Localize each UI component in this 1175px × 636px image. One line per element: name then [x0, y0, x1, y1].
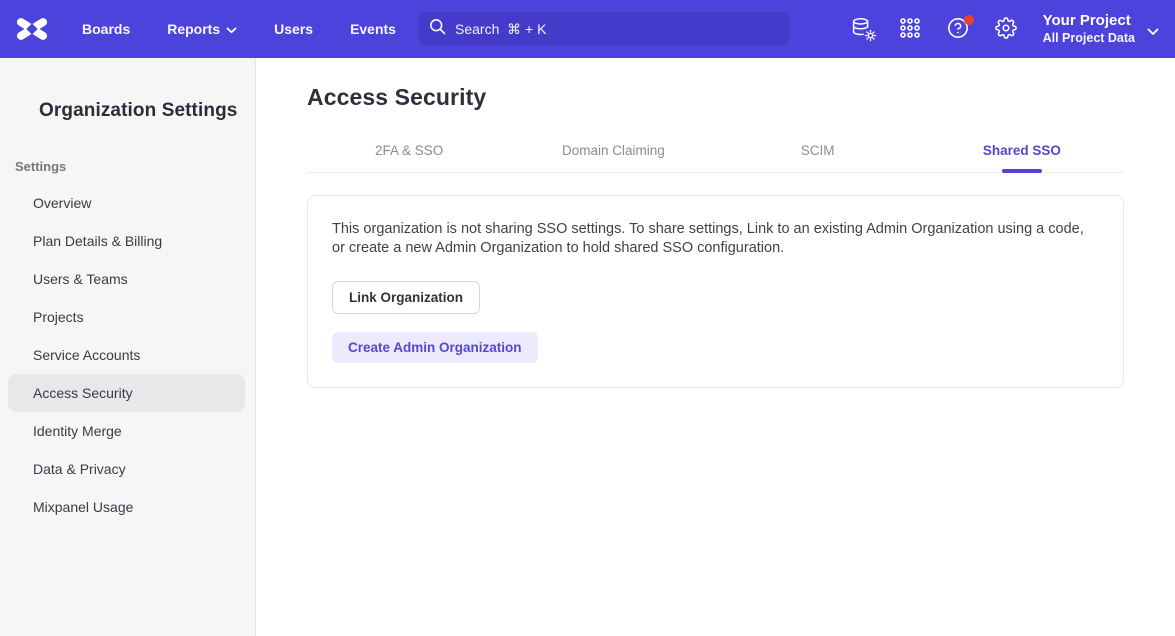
- tab-scim[interactable]: SCIM: [716, 139, 920, 172]
- page-title: Access Security: [307, 84, 1124, 111]
- settings-sidebar: Organization Settings Settings Overview …: [0, 58, 256, 636]
- main-content: Access Security 2FA & SSO Domain Claimin…: [256, 58, 1175, 636]
- apps-grid-icon[interactable]: [899, 17, 923, 41]
- link-organization-button[interactable]: Link Organization: [332, 281, 480, 314]
- chevron-down-icon: [1147, 23, 1159, 41]
- sidebar-item-plan-details-billing[interactable]: Plan Details & Billing: [0, 222, 255, 260]
- notification-dot: [964, 15, 974, 25]
- shared-sso-card: This organization is not sharing SSO set…: [307, 195, 1124, 388]
- tab-shared-sso-label: Shared SSO: [983, 143, 1061, 158]
- sidebar-item-overview[interactable]: Overview: [0, 184, 255, 222]
- top-nav: Boards Reports Users Events: [82, 21, 433, 37]
- topbar: Boards Reports Users Events: [0, 0, 1175, 58]
- nav-boards-label: Boards: [82, 21, 130, 37]
- sidebar-section-label: Settings: [15, 159, 255, 174]
- data-management-icon[interactable]: [851, 17, 875, 41]
- nav-boards[interactable]: Boards: [82, 21, 130, 37]
- sidebar-item-projects[interactable]: Projects: [0, 298, 255, 336]
- active-tab-underline: [1002, 169, 1042, 173]
- sidebar-item-access-security[interactable]: Access Security: [8, 374, 245, 412]
- nav-events[interactable]: Events: [350, 21, 396, 37]
- project-subtitle: All Project Data: [1043, 31, 1135, 46]
- sidebar-item-mixpanel-usage[interactable]: Mixpanel Usage: [0, 488, 255, 526]
- create-admin-organization-button[interactable]: Create Admin Organization: [332, 332, 538, 363]
- search-icon: [429, 18, 446, 40]
- project-switcher[interactable]: Your Project All Project Data: [1043, 12, 1159, 46]
- mixpanel-logo[interactable]: [17, 16, 47, 42]
- sidebar-item-users-teams[interactable]: Users & Teams: [0, 260, 255, 298]
- project-name: Your Project: [1043, 12, 1135, 30]
- sidebar-list: Overview Plan Details & Billing Users & …: [0, 184, 255, 526]
- sidebar-title: Organization Settings: [39, 100, 255, 122]
- shared-sso-description: This organization is not sharing SSO set…: [332, 220, 1097, 258]
- help-icon[interactable]: [947, 17, 971, 41]
- tab-shared-sso[interactable]: Shared SSO: [920, 139, 1124, 172]
- sidebar-item-data-privacy[interactable]: Data & Privacy: [0, 450, 255, 488]
- nav-users-label: Users: [274, 21, 313, 37]
- nav-users[interactable]: Users: [274, 21, 313, 37]
- search-box[interactable]: [418, 12, 790, 46]
- chevron-down-icon: [226, 21, 237, 37]
- tab-2fa-sso[interactable]: 2FA & SSO: [307, 139, 511, 172]
- nav-reports[interactable]: Reports: [167, 21, 237, 37]
- nav-reports-label: Reports: [167, 21, 220, 37]
- tab-bar: 2FA & SSO Domain Claiming SCIM Shared SS…: [307, 139, 1124, 173]
- settings-gear-icon[interactable]: [995, 17, 1019, 41]
- nav-events-label: Events: [350, 21, 396, 37]
- topbar-right: Your Project All Project Data: [827, 0, 1159, 58]
- sidebar-item-service-accounts[interactable]: Service Accounts: [0, 336, 255, 374]
- search-input[interactable]: [455, 21, 790, 37]
- sidebar-item-identity-merge[interactable]: Identity Merge: [0, 412, 255, 450]
- tab-domain-claiming[interactable]: Domain Claiming: [511, 139, 715, 172]
- project-text: Your Project All Project Data: [1043, 12, 1135, 46]
